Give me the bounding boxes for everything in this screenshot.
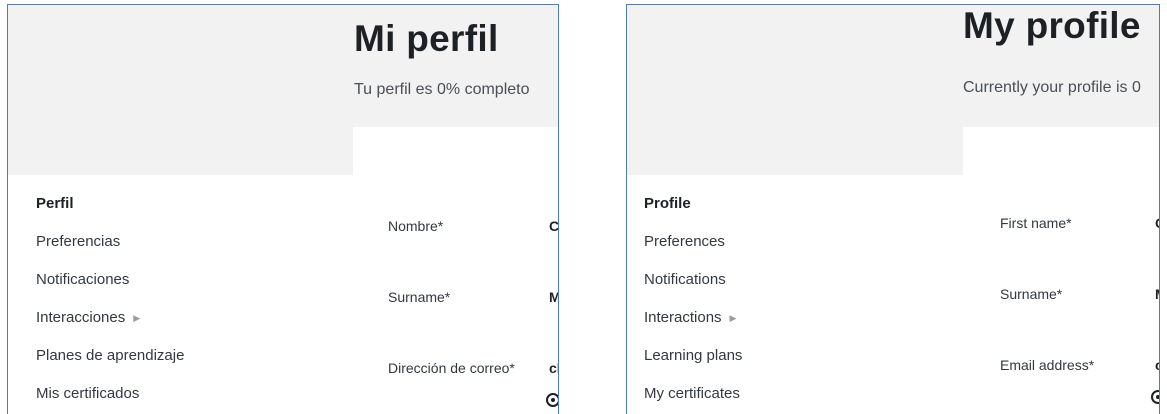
nav-item-label: Perfil [36,195,74,212]
page-title: Mi perfil [354,18,499,59]
sidebar-nav: Perfil Preferencias Notificaciones Inter… [36,185,184,413]
nav-item-label: Preferences [644,233,725,250]
page-title: My profile [963,5,1141,46]
nav-item-label: Notifications [644,271,726,288]
email-label: Email address* [1000,357,1095,373]
radio-button[interactable] [1151,390,1159,404]
nav-item-profile[interactable]: Perfil [36,185,184,223]
email-value: cl [549,360,558,376]
profile-panel-spanish: Mi perfil Tu perfil es 0% completo Perfi… [7,4,559,414]
profile-completion-text: Tu perfil es 0% completo [354,81,530,98]
email-value: c [1155,357,1159,373]
first-name-label: Nombre* [388,218,444,234]
nav-item-profile[interactable]: Profile [644,185,742,223]
first-name-value: Cl [549,218,559,234]
nav-item-preferences[interactable]: Preferencias [36,223,184,261]
surname-value: M [549,289,558,305]
nav-item-notifications[interactable]: Notifications [644,261,742,299]
nav-item-label: Preferencias [36,233,121,250]
nav-item-learning-plans[interactable]: Learning plans [644,337,742,375]
nav-item-interactions[interactable]: Interacciones ▶ [36,299,184,337]
nav-item-notifications[interactable]: Notificaciones [36,261,184,299]
nav-item-label: Interactions [644,309,722,326]
nav-item-label: Notificaciones [36,271,130,288]
profile-completion-text: Currently your profile is 0 [963,79,1141,96]
email-label: Dirección de correo* [388,360,515,376]
nav-item-label: Profile [644,195,691,212]
nav-item-preferences[interactable]: Preferences [644,223,742,261]
nav-item-label: Planes de aprendizaje [36,347,185,364]
nav-item-label: Interacciones [36,309,126,326]
caret-right-icon: ▶ [133,313,141,323]
nav-item-label: Mis certificados [36,385,140,402]
surname-label: Surname* [1000,286,1063,302]
first-name-value: C [1155,215,1159,231]
nav-item-label: My certificates [644,385,740,402]
nav-item-certificates[interactable]: Mis certificados [36,375,184,413]
nav-item-certificates[interactable]: My certificates [644,375,742,413]
nav-item-label: Learning plans [644,347,743,364]
radio-button[interactable] [546,393,558,407]
caret-right-icon: ▶ [729,313,737,323]
first-name-label: First name* [1000,215,1072,231]
surname-value: M [1155,286,1159,302]
nav-item-learning-plans[interactable]: Planes de aprendizaje [36,337,184,375]
surname-label: Surname* [388,289,451,305]
sidebar-nav: Profile Preferences Notifications Intera… [644,185,742,413]
nav-item-interactions[interactable]: Interactions ▶ [644,299,742,337]
profile-panel-english: My profile Currently your profile is 0 P… [626,4,1160,414]
